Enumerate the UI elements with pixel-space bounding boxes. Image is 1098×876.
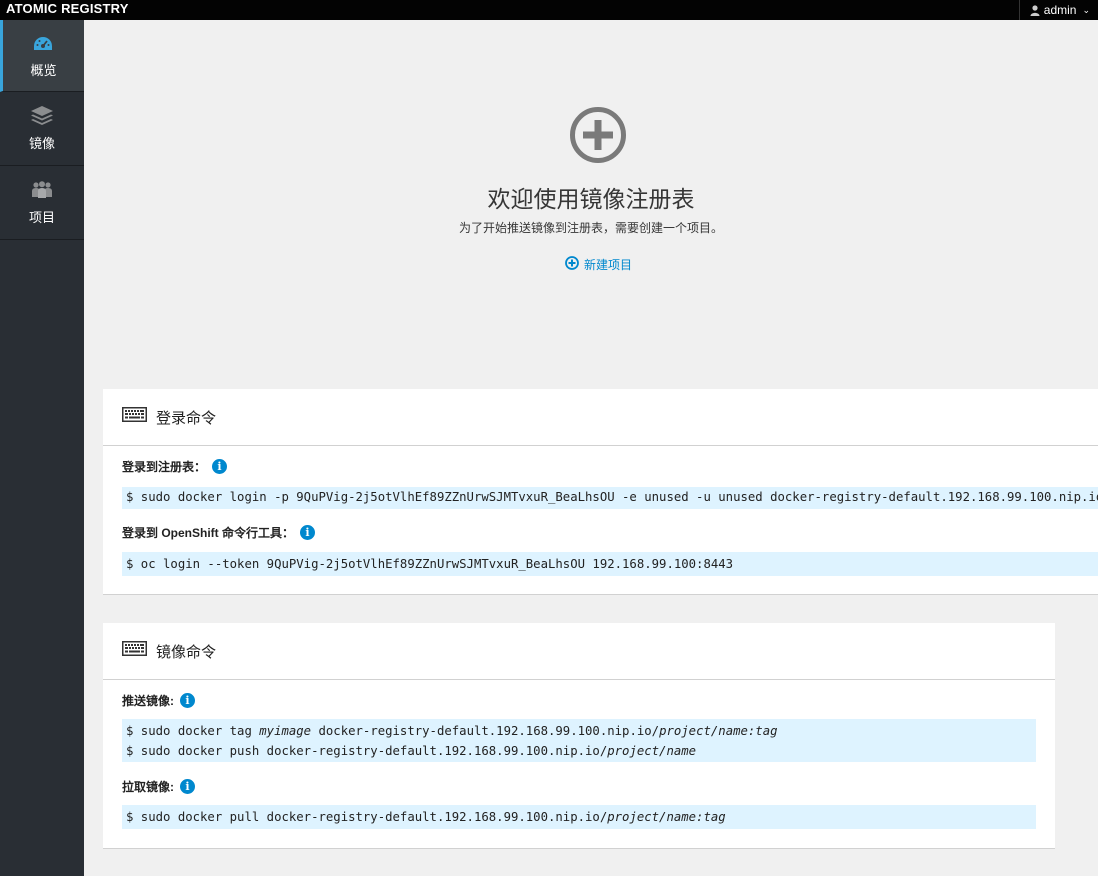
sidebar-item-label: 项目 xyxy=(28,210,55,225)
welcome-description: 为了开始推送镜像到注册表，需要创建一个项目。 xyxy=(458,221,723,235)
card-header: 镜像命令 xyxy=(103,623,1055,680)
push-image-label: 推送镜像: i xyxy=(122,692,195,709)
command-line: $ sudo docker pull docker-registry-defau… xyxy=(126,810,726,824)
user-name: admin xyxy=(1043,3,1077,17)
openshift-login-command[interactable]: $ oc login --token 9QuPVig-2j5otVlhEf89Z… xyxy=(122,552,1098,576)
command-line: $ sudo docker tag myimage docker-registr… xyxy=(126,724,778,738)
keyboard-icon xyxy=(122,641,147,661)
card-title: 登录命令 xyxy=(156,409,217,427)
sidebar-item-images[interactable]: 镜像 xyxy=(0,92,84,166)
dashboard-icon xyxy=(33,36,53,55)
registry-login-text: 登录到注册表： xyxy=(122,460,207,474)
registry-login-command[interactable]: $ sudo docker login -p 9QuPVig-2j5otVlhE… xyxy=(122,487,1098,509)
pull-image-text: 拉取镜像: xyxy=(122,780,174,794)
new-project-link[interactable]: 新建项目 xyxy=(565,256,632,273)
users-icon xyxy=(31,181,53,202)
user-icon xyxy=(1030,4,1040,16)
user-menu[interactable]: admin ⌄ xyxy=(1018,0,1098,20)
login-commands-card: 登录命令 登录到注册表： i $ sudo docker login -p 9Q… xyxy=(103,389,1098,595)
openshift-login-label: 登录到 OpenShift 命令行工具： i xyxy=(122,524,315,541)
command-line: $ sudo docker login -p 9QuPVig-2j5otVlhE… xyxy=(126,490,1098,504)
image-commands-card: 镜像命令 推送镜像: i $ sudo docker tag myimage d… xyxy=(103,623,1055,849)
push-image-commands[interactable]: $ sudo docker tag myimage docker-registr… xyxy=(122,719,1036,762)
chevron-down-icon: ⌄ xyxy=(1082,4,1090,15)
top-bar: ATOMIC REGISTRY admin ⌄ xyxy=(0,0,1098,20)
push-image-text: 推送镜像: xyxy=(122,694,174,708)
pull-image-command[interactable]: $ sudo docker pull docker-registry-defau… xyxy=(122,805,1036,829)
sidebar-item-label: 概览 xyxy=(30,63,57,78)
new-project-label: 新建项目 xyxy=(584,258,633,272)
sidebar-item-label: 镜像 xyxy=(28,136,55,151)
pull-image-label: 拉取镜像: i xyxy=(122,778,195,795)
layers-icon xyxy=(30,105,54,130)
info-icon[interactable]: i xyxy=(212,459,228,474)
plus-circle-icon xyxy=(565,256,579,273)
sidebar: 概览 镜像 项目 xyxy=(0,20,84,876)
command-line: $ sudo docker push docker-registry-defau… xyxy=(126,744,697,758)
sidebar-item-projects[interactable]: 项目 xyxy=(0,166,84,240)
info-icon[interactable]: i xyxy=(180,693,195,708)
info-icon[interactable]: i xyxy=(300,525,315,540)
keyboard-icon xyxy=(122,407,147,427)
registry-login-label: 登录到注册表： i xyxy=(122,458,228,475)
plus-circle-icon xyxy=(570,107,626,168)
brand-logo[interactable]: ATOMIC REGISTRY xyxy=(6,1,129,16)
sidebar-item-overview[interactable]: 概览 xyxy=(0,20,84,92)
card-header: 登录命令 xyxy=(103,389,1098,446)
card-title: 镜像命令 xyxy=(156,643,217,661)
openshift-login-text: 登录到 OpenShift 命令行工具： xyxy=(122,526,294,540)
info-icon[interactable]: i xyxy=(180,779,195,794)
command-line: $ oc login --token 9QuPVig-2j5otVlhEf89Z… xyxy=(126,557,734,571)
welcome-title: 欢迎使用镜像注册表 xyxy=(487,186,695,212)
